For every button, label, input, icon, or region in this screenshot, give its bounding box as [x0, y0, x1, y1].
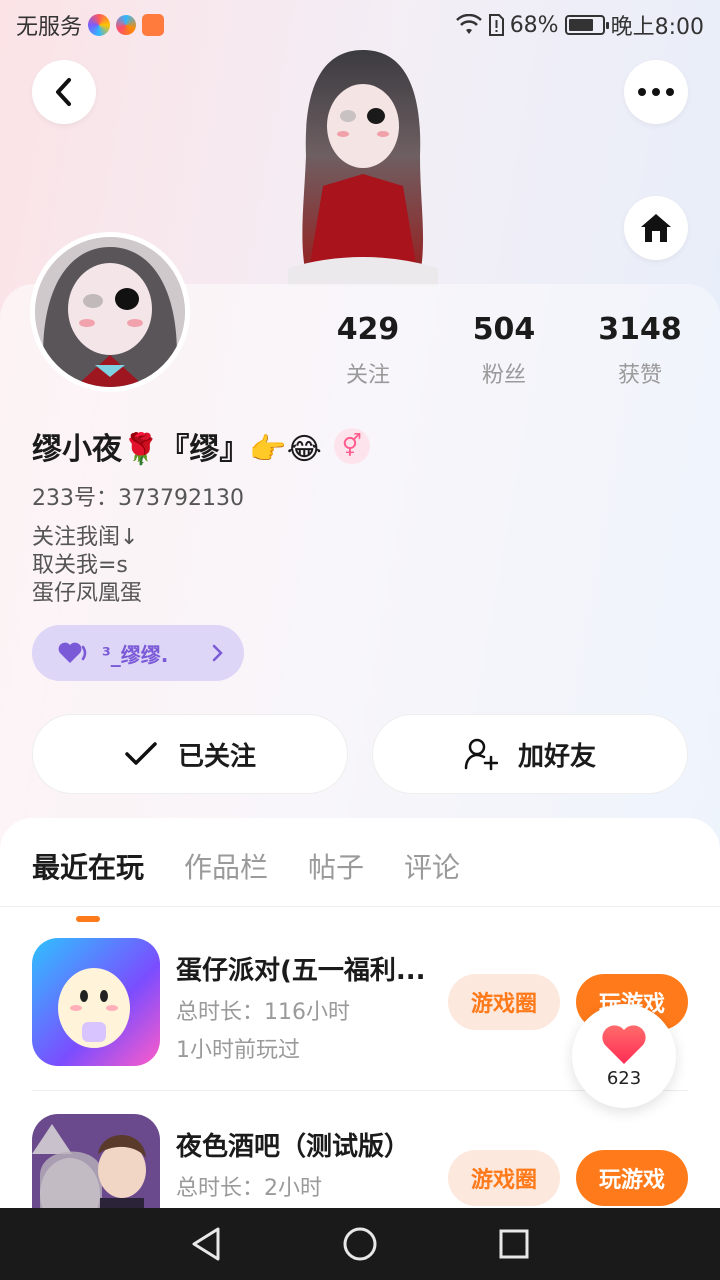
- like-count: 623: [606, 1067, 642, 1089]
- game-duration: 总时长：116小时: [176, 1000, 350, 1025]
- divider: [0, 906, 720, 907]
- add-user-icon: [464, 738, 498, 771]
- battery-icon: [564, 15, 609, 35]
- tab-works[interactable]: 作品栏: [184, 846, 268, 886]
- tab-label: 评论: [404, 851, 461, 884]
- game-icon: [32, 938, 160, 1066]
- nav-back-icon[interactable]: [190, 1226, 222, 1262]
- heart-icon: [602, 1024, 646, 1064]
- family-tag-button[interactable]: ³_缪缪.: [32, 625, 244, 681]
- chevron-left-icon: [56, 78, 71, 106]
- followed-label: 已关注: [177, 741, 256, 772]
- clock: 晚上8:00: [610, 15, 704, 40]
- tab-bar: 最近在玩 作品栏 帖子 评论: [32, 846, 460, 922]
- game-title: 夜色酒吧（测试版）: [176, 1132, 411, 1162]
- bio-line: 关注我闺↓: [32, 525, 139, 550]
- app-notification-icon: [116, 15, 137, 35]
- status-bar: 无服务 68% 晚上8:00: [0, 0, 720, 50]
- fans-stat[interactable]: 504 粉丝: [436, 312, 572, 389]
- heart-wave-icon: [58, 642, 87, 663]
- tab-label: 帖子: [308, 851, 365, 884]
- more-button[interactable]: [624, 60, 688, 124]
- status-right: 68% 晚上8:00: [455, 9, 704, 41]
- stats-row: 429 关注 504 粉丝 3148 获赞: [300, 312, 710, 389]
- nav-home-icon[interactable]: [342, 1226, 378, 1262]
- app-notification-icon: [142, 14, 165, 36]
- home-button[interactable]: [624, 196, 688, 260]
- tab-label: 作品栏: [184, 851, 269, 884]
- character-banner-image: [288, 50, 438, 286]
- tab-label: 最近在玩: [32, 851, 145, 884]
- sim-alert-icon: [488, 14, 504, 36]
- family-tag-label: ³_缪缪.: [102, 642, 169, 667]
- wifi-icon: [455, 14, 482, 34]
- user-id[interactable]: 233号：373792130: [32, 480, 244, 512]
- game-last-played: 1小时前玩过: [176, 1038, 300, 1063]
- tab-recently-played[interactable]: 最近在玩: [32, 846, 145, 922]
- floating-like-button[interactable]: 623: [572, 1004, 676, 1108]
- nickname: 缪小夜🌹『缪』👉😂: [32, 432, 322, 467]
- game-title: 蛋仔派对(五一福利...: [176, 956, 426, 986]
- active-tab-indicator: [76, 916, 100, 922]
- avatar-image: [35, 237, 185, 387]
- tab-posts[interactable]: 帖子: [308, 846, 364, 886]
- game-circle-button[interactable]: 游戏圈: [448, 1150, 560, 1206]
- add-friend-button[interactable]: 加好友: [372, 714, 688, 794]
- app-notification-icon: [88, 14, 111, 36]
- add-friend-label: 加好友: [517, 741, 596, 772]
- following-stat[interactable]: 429 关注: [300, 312, 436, 389]
- more-dots-icon: [638, 88, 674, 96]
- carrier-text: 无服务: [16, 15, 83, 40]
- likes-stat[interactable]: 3148 获赞: [572, 312, 708, 389]
- play-game-button[interactable]: 玩游戏: [576, 1150, 688, 1206]
- home-icon: [641, 214, 671, 242]
- check-icon: [125, 742, 157, 765]
- fans-label: 粉丝: [481, 363, 526, 388]
- fans-count: 504: [472, 312, 536, 347]
- followed-button[interactable]: 已关注: [32, 714, 348, 794]
- game-duration: 总时长：2小时: [176, 1176, 322, 1201]
- following-count: 429: [336, 312, 400, 347]
- bio-line: 取关我=s: [32, 553, 128, 578]
- likes-count: 3148: [598, 312, 682, 347]
- back-button[interactable]: [32, 60, 96, 124]
- status-left: 无服务: [16, 9, 165, 41]
- avatar[interactable]: [30, 232, 190, 392]
- following-label: 关注: [345, 363, 390, 388]
- system-nav-bar: [0, 1208, 720, 1280]
- nav-recents-icon[interactable]: [498, 1228, 530, 1260]
- nickname-row: 缪小夜🌹『缪』👉😂 ⚥: [32, 424, 370, 468]
- bio: 关注我闺↓ 取关我=s 蛋仔凤凰蛋: [32, 524, 142, 608]
- gender-female-icon: ⚥: [333, 428, 370, 464]
- likes-label: 获赞: [617, 363, 662, 388]
- battery-percent: 68%: [509, 12, 559, 38]
- game-circle-button[interactable]: 游戏圈: [448, 974, 560, 1030]
- tab-comments[interactable]: 评论: [404, 846, 460, 886]
- bio-line: 蛋仔凤凰蛋: [32, 581, 143, 606]
- chevron-right-icon: [212, 644, 223, 662]
